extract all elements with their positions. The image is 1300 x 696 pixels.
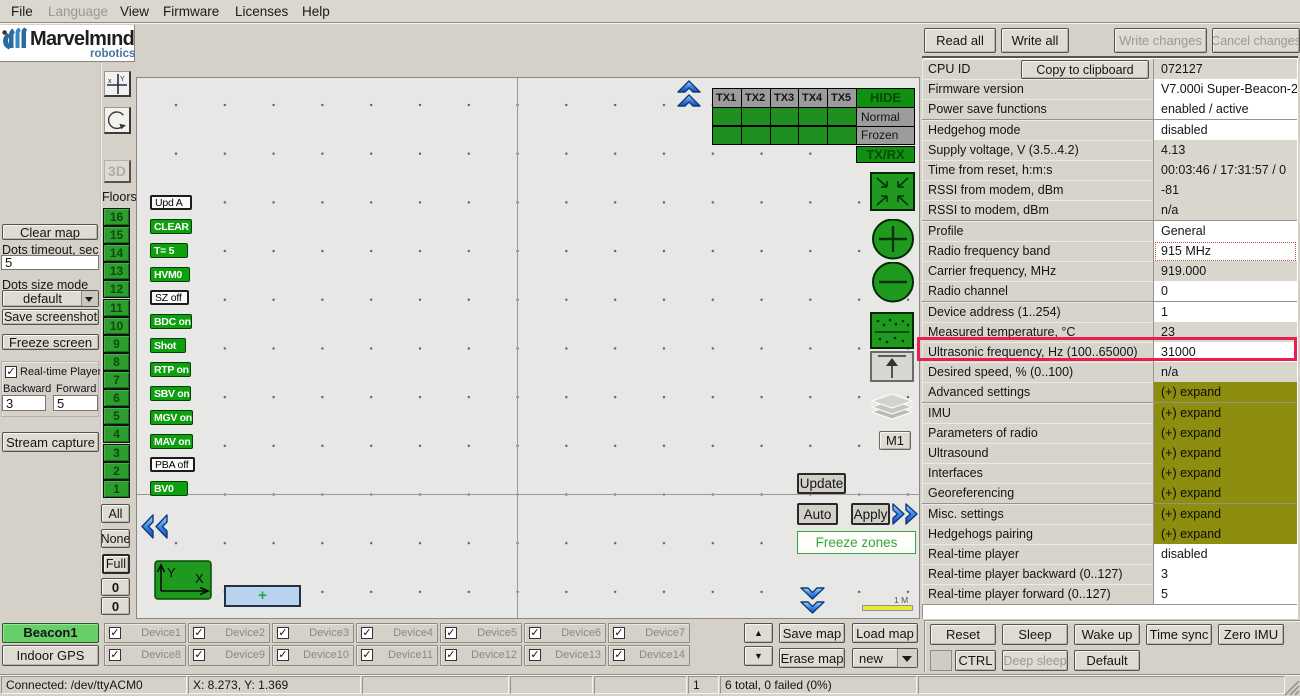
svg-text:x: x: [108, 78, 112, 85]
svg-text:X: X: [195, 571, 204, 586]
svg-text:Y: Y: [120, 76, 125, 83]
svg-text:Y: Y: [167, 565, 176, 580]
